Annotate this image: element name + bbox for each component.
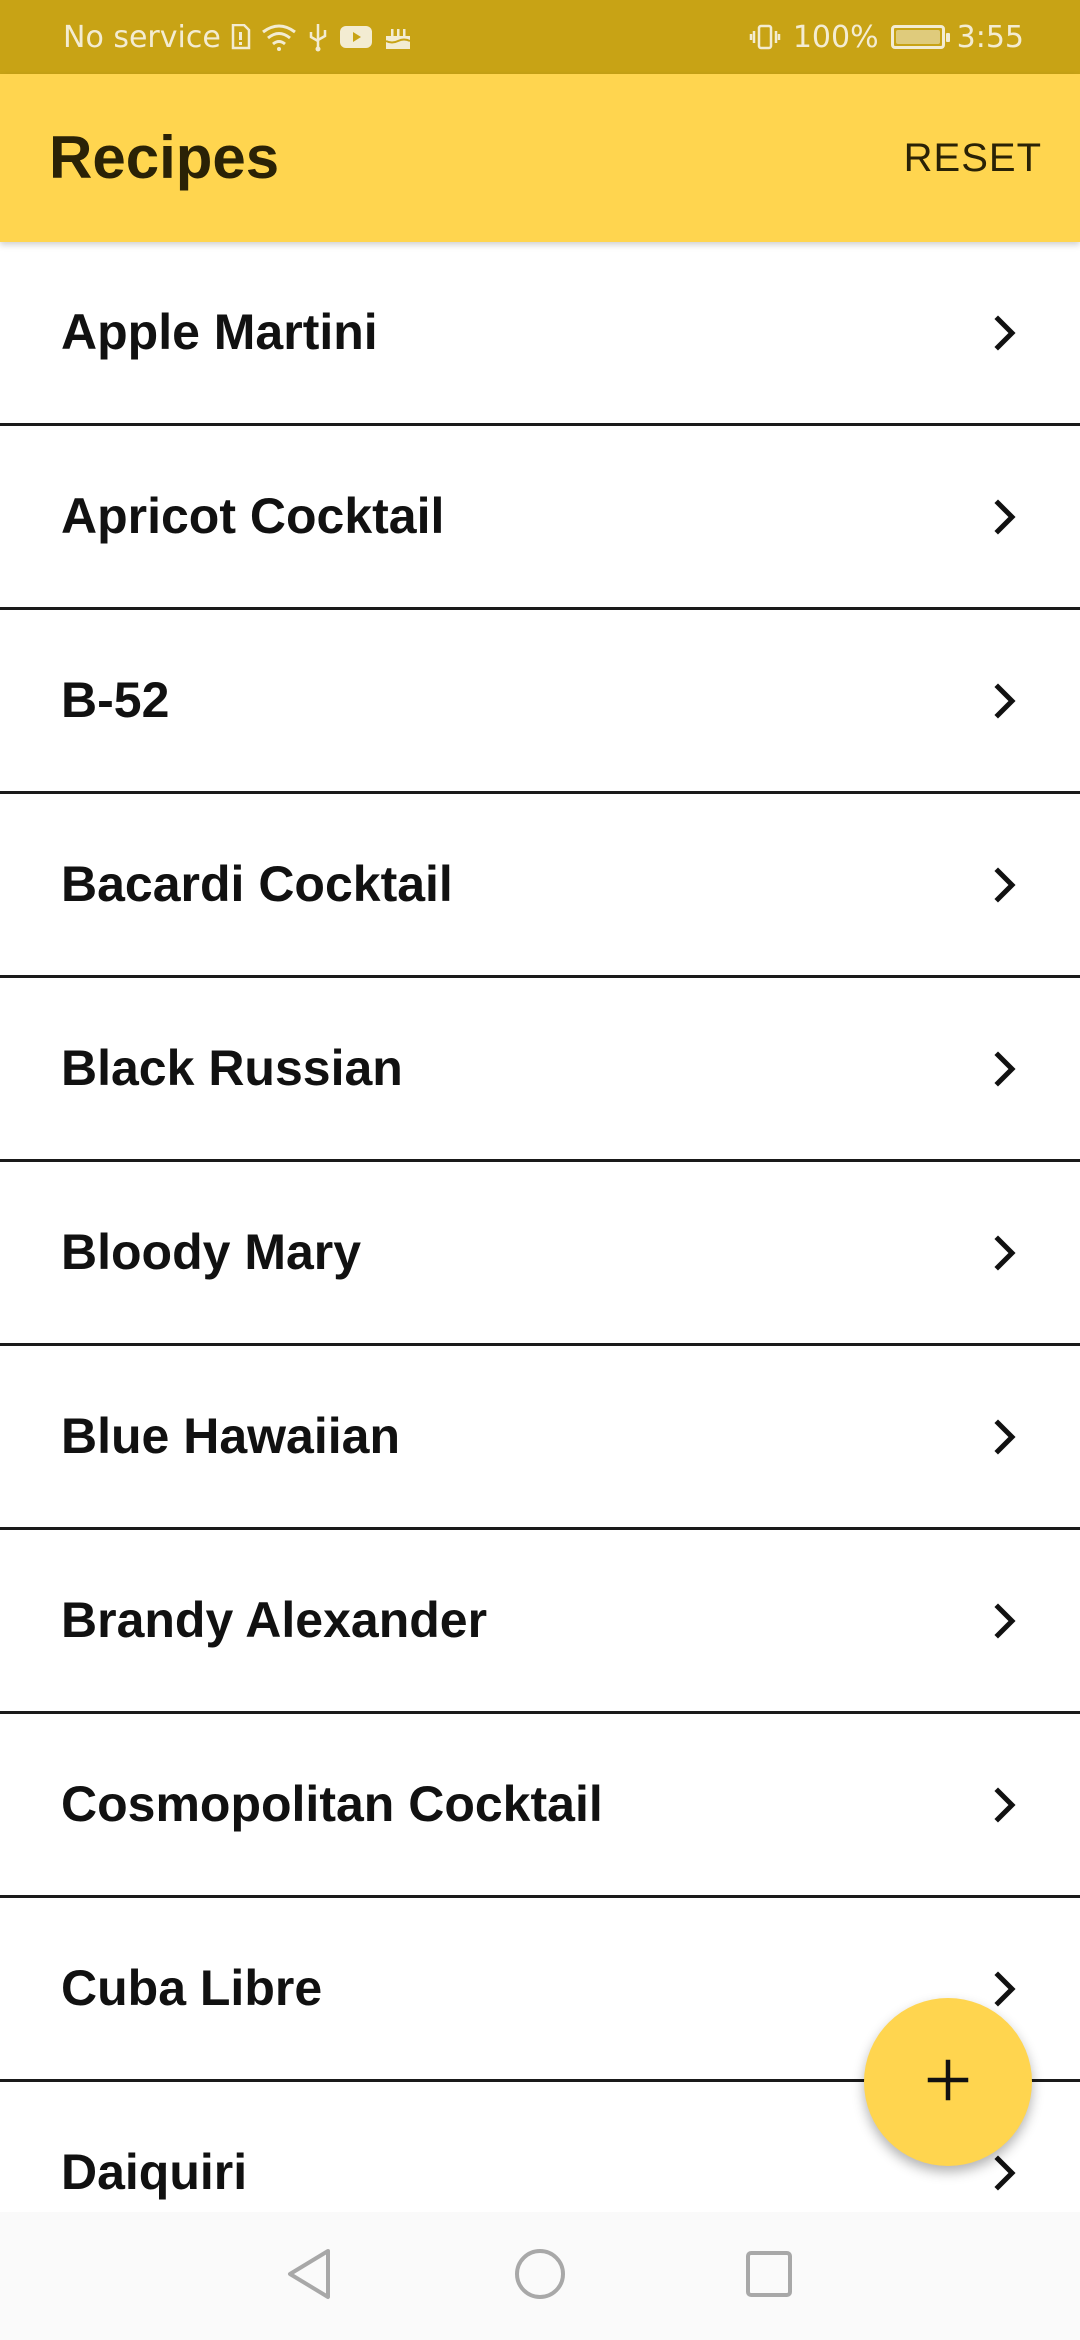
recents-square-icon	[745, 2250, 793, 2303]
recipe-list: Apple Martini Apricot Cocktail B-52 Bacardi…	[0, 242, 1080, 2212]
chevron-right-icon	[990, 1051, 1020, 1087]
carrier-text: No service	[63, 19, 221, 55]
status-left: No service	[63, 0, 413, 74]
chevron-right-icon	[990, 315, 1020, 351]
chevron-right-icon	[990, 1235, 1020, 1271]
clock: 3:55	[956, 19, 1024, 55]
battery-level	[895, 30, 940, 44]
list-item[interactable]: Bloody Mary	[0, 1162, 1080, 1346]
list-item[interactable]: Black Russian	[0, 978, 1080, 1162]
list-item[interactable]: Apple Martini	[0, 242, 1080, 426]
recipe-name: Blue Hawaiian	[61, 1408, 400, 1464]
home-button[interactable]	[476, 2212, 604, 2340]
recipe-name: Cosmopolitan Cocktail	[61, 1776, 603, 1832]
chevron-right-icon	[990, 1603, 1020, 1639]
add-recipe-button[interactable]	[864, 1998, 1032, 2166]
recipe-name: Daiquiri	[61, 2144, 248, 2200]
recipe-name: Brandy Alexander	[61, 1592, 488, 1648]
usb-icon	[307, 22, 329, 52]
recipe-name: Cuba Libre	[61, 1960, 323, 2016]
vibrate-icon	[749, 23, 781, 51]
recipe-name: Bloody Mary	[61, 1224, 362, 1280]
wifi-icon	[261, 23, 297, 51]
cake-icon	[383, 23, 413, 51]
home-circle-icon	[513, 2247, 567, 2306]
back-triangle-icon	[284, 2247, 334, 2306]
recipe-name: Apple Martini	[61, 304, 378, 360]
system-nav-bar	[0, 2212, 1080, 2340]
chevron-right-icon	[990, 2155, 1020, 2191]
status-bar: No service 100% 3:55	[0, 0, 1080, 74]
list-item[interactable]: Cosmopolitan Cocktail	[0, 1714, 1080, 1898]
list-item[interactable]: Brandy Alexander	[0, 1530, 1080, 1714]
plus-icon	[924, 2056, 972, 2109]
recents-button[interactable]	[705, 2212, 833, 2340]
chevron-right-icon	[990, 683, 1020, 719]
battery-percent: 100%	[792, 19, 879, 55]
list-item[interactable]: Apricot Cocktail	[0, 426, 1080, 610]
back-button[interactable]	[245, 2212, 373, 2340]
chevron-right-icon	[990, 1787, 1020, 1823]
recipe-name: B-52	[61, 672, 170, 728]
list-item[interactable]: B-52	[0, 610, 1080, 794]
chevron-right-icon	[990, 1419, 1020, 1455]
youtube-icon	[339, 24, 373, 50]
app-bar: Recipes RESET	[0, 74, 1080, 242]
battery-icon	[890, 25, 950, 49]
reset-button[interactable]: RESET	[904, 74, 1042, 242]
list-item[interactable]: Blue Hawaiian	[0, 1346, 1080, 1530]
status-right: 100% 3:55	[749, 0, 1024, 74]
list-item[interactable]: Bacardi Cocktail	[0, 794, 1080, 978]
recipe-name: Apricot Cocktail	[61, 488, 445, 544]
chevron-right-icon	[990, 1971, 1020, 2007]
chevron-right-icon	[990, 499, 1020, 535]
recipe-name: Bacardi Cocktail	[61, 856, 453, 912]
recipe-name: Black Russian	[61, 1040, 403, 1096]
page-title: Recipes	[49, 124, 280, 191]
sim-icon	[231, 24, 251, 50]
chevron-right-icon	[990, 867, 1020, 903]
